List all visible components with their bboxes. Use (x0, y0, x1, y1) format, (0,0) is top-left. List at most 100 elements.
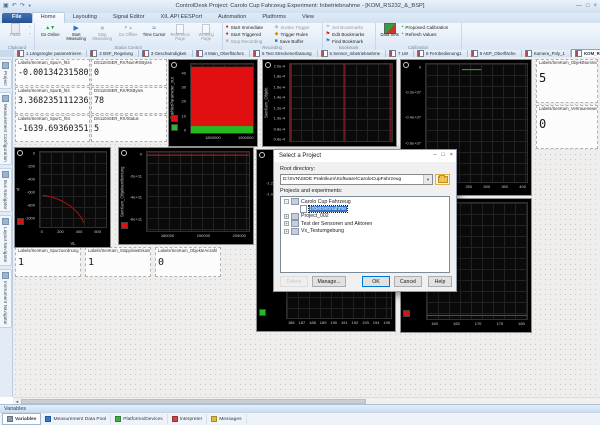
pane-tab[interactable]: Measurement Data Pool (41, 414, 111, 424)
edit-bookmarks-button[interactable]: ⚑Edit Bookmarks (326, 32, 372, 37)
display-instrument[interactable]: Labels/SenKam_ObjektNummer 5 (536, 59, 598, 103)
stop-recording-button[interactable]: ■Stop Recording (226, 39, 274, 44)
paste-button[interactable]: Paste (3, 24, 28, 44)
plotter-objektentfernung[interactable]: SenKam_Objektentfernung 0-2e+11-4e+11-6e… (118, 147, 254, 245)
layout-icon (389, 50, 396, 57)
set-bookmarks-button[interactable]: ⚑Set Bookmarks (326, 25, 372, 30)
display-instrument[interactable]: Labels/SenKam_SpurA_f64 -0.0013423158088… (15, 59, 90, 86)
dialog-close-icon[interactable]: × (450, 150, 453, 161)
cut-button[interactable]: ▪ (29, 25, 31, 30)
bottom-pane-tabs: Variables Measurement Data Pool Platform… (0, 412, 600, 425)
pane-tab[interactable]: Platforms/Devices (111, 414, 167, 424)
go-offline-button[interactable]: ▼▲ Go Offline (116, 24, 141, 44)
start-triggered-button[interactable]: ●Start Triggered (226, 32, 274, 37)
chevron-down-icon[interactable]: ▾ (423, 175, 432, 184)
tree-item[interactable]: + Vx_Testumgebung (281, 228, 449, 235)
tree-item[interactable]: + Project_002 (281, 213, 449, 220)
display-instrument[interactable]: DS1104SER_RX/Status 5 (91, 115, 167, 142)
display-instrument[interactable]: Labels/SenKam_SpurB_f64 3.36823511123657 (15, 87, 90, 114)
ribbon-tab[interactable]: Layouting (65, 13, 105, 23)
pane-tab-icon (211, 416, 217, 422)
ribbon-tab[interactable]: XIL API EESPort (153, 13, 210, 23)
layout-tab[interactable]: 1 Längsregler parametrieren (14, 50, 87, 57)
save-icon[interactable]: ▣ (3, 1, 9, 11)
sidebar-tab[interactable]: Measurement Configuration (0, 92, 12, 165)
x-axis-ticks: 160165170175180 (426, 321, 528, 327)
save-buffer-button[interactable]: ■Save Buffer (275, 39, 319, 44)
display-instrument[interactable]: Labels/SenKam_Vertrauenswert 0 (536, 105, 598, 149)
pane-tab[interactable]: Variables (2, 413, 41, 425)
redo-icon[interactable]: ↷ (20, 1, 25, 11)
maximize-button[interactable]: □ (586, 0, 590, 12)
sidebar-tab[interactable]: Project (0, 59, 12, 89)
start-immediate-button[interactable]: ●Start Immediate (226, 25, 274, 30)
layout-tab[interactable]: 3 Geschwindigkeit (139, 50, 193, 57)
close-button[interactable]: × (593, 0, 597, 12)
display-grid: Labels/SenKam_SpurA_f64 -0.0013423158088… (15, 59, 167, 142)
layout-tab[interactable]: 6 Sensor_Inbetriebnahme (318, 50, 387, 57)
ok-button[interactable]: OK (362, 276, 390, 287)
refresh-values-button[interactable]: ▪Refresh Values (402, 32, 458, 37)
display-instrument[interactable]: DS1104SER_RX/RXBytes 78 (91, 87, 167, 114)
display-instrument[interactable]: Labels/SenKam_StopplinieErkannt 1 (85, 247, 151, 277)
manage-button[interactable]: Manage... (312, 276, 346, 287)
data-sets-button[interactable]: Data Sets (379, 24, 401, 44)
layout-tab[interactable]: 9 AEP_Oberfläche (468, 50, 522, 57)
ribbon-tab[interactable]: Home (32, 12, 65, 23)
copy-button[interactable]: ▪ (29, 32, 31, 37)
layout-tab[interactable]: 8 Fernbedienung1 (414, 50, 468, 57)
reference-page-button[interactable]: Reference Page (168, 24, 193, 44)
pane-tab[interactable]: Interpreter (168, 414, 208, 424)
display-instrument[interactable]: Labels/SenKam_ObjekteAnzahl 0 (155, 247, 221, 277)
proposed-calibration-button[interactable]: ▪Proposed Calibration (402, 25, 458, 30)
display-instrument[interactable]: Labels/SenKam_SpurC_f64 -1639.6936035156… (15, 115, 90, 142)
ribbon-tab[interactable]: Signal Editor (105, 13, 153, 23)
ribbon-tab[interactable]: File (2, 13, 32, 23)
layout-tab[interactable]: Kamera_Poly_1 (522, 50, 571, 57)
root-directory-combo[interactable]: D:\SVN\SIDE Praktikum\Software\CaroloCup… (280, 174, 433, 185)
ribbon-tab[interactable]: View (294, 13, 322, 23)
layout-tab[interactable]: 5 Test Streckenerfassung (250, 50, 317, 57)
invoke-trigger-button[interactable]: ◆Invoke Trigger (275, 25, 319, 30)
layout-tab[interactable]: 2 BSF_Regelung (87, 50, 138, 57)
customize-quick-access-icon[interactable]: ▼ (28, 1, 32, 11)
undo-icon[interactable]: ↶ (12, 1, 17, 11)
tree-item[interactable]: + Test der Sensoren und Aktoren (281, 220, 449, 227)
plotter-senkam-objekt[interactable]: SenKam_Objekt 2.0e-41.8e-41.6e-41.4e-41.… (262, 59, 397, 147)
display-instrument[interactable]: Labels/SenKam_Spurzuordnung 1 (15, 247, 81, 277)
find-bookmark-button[interactable]: ⚑Find Bookmark (326, 39, 372, 44)
delete-button[interactable]: Delete (280, 276, 308, 287)
layout-tab[interactable]: 7 LW (386, 50, 414, 57)
sidebar-tab[interactable]: Layout Navigator (0, 215, 12, 266)
dialog-maximize-icon[interactable]: □ (441, 150, 444, 161)
layout-icon (253, 50, 260, 57)
tree-item[interactable]: Inbetriebnahme (281, 205, 449, 212)
tree-expander-icon[interactable]: - (284, 199, 289, 204)
y-axis-ticks: 0-2e+11-4e+11-6e+11 (119, 151, 143, 232)
time-cursor-button[interactable]: ≈ Time Cursor (142, 24, 167, 44)
layout-tab[interactable]: KOM_RS232_&_BSP × (571, 49, 600, 57)
layout-tab[interactable]: 4 Main_Oberfläche1 (193, 50, 251, 57)
plotter-zaehlerparameter[interactable]: ZaehlerParameter_out 403020100 180000019… (168, 59, 258, 147)
sidebar-tab[interactable]: Instrument Navigator (0, 269, 12, 328)
display-instrument[interactable]: DS1104SER_RX/NumRXBytes 0 (91, 59, 167, 86)
ribbon-tab[interactable]: Platforms (254, 13, 294, 23)
pane-tab[interactable]: Messages (207, 414, 246, 424)
help-button[interactable]: Help (428, 276, 452, 287)
tree-expander-icon[interactable]: + (284, 221, 289, 226)
tree-expander-icon[interactable]: + (284, 214, 289, 219)
stop-measuring-button[interactable]: ■ Stop Measuring (90, 24, 115, 44)
ribbon-tab[interactable]: Automation (210, 13, 254, 23)
go-online-button[interactable]: ▲▼ Go Online (38, 24, 63, 44)
working-page-button[interactable]: Working Page (194, 24, 219, 44)
display-column-right: Labels/SenKam_ObjektNummer 5 Labels/SenK… (536, 59, 598, 149)
minimize-button[interactable]: — (576, 0, 582, 12)
xy-plot[interactable]: vl 0-200-400-600-800-1000 0200400600 VL (14, 147, 111, 248)
browse-folder-button[interactable] (435, 174, 450, 185)
dialog-minimize-icon[interactable]: – (433, 150, 436, 161)
trigger-rules-button[interactable]: ◆Trigger Rules (275, 32, 319, 37)
cancel-button[interactable]: Cancel (394, 276, 422, 287)
tree-expander-icon[interactable]: + (284, 229, 289, 234)
sidebar-tab[interactable]: Bus Navigator (0, 168, 12, 213)
start-measuring-button[interactable]: ▶ Start Measuring (64, 24, 89, 44)
